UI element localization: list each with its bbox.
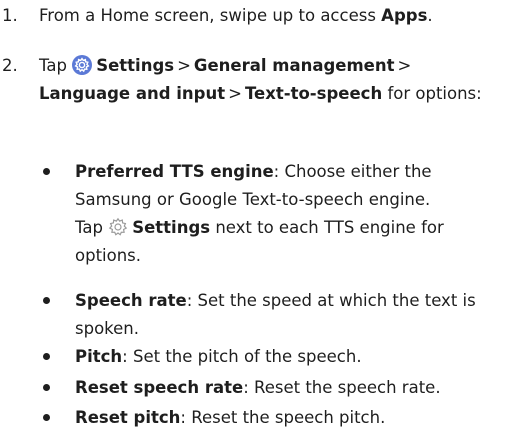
list-item-desc: : Set the speed at which the text is (186, 291, 476, 310)
list-item-desc: next to each TTS engine for (210, 218, 444, 237)
path-separator: > (397, 56, 412, 75)
list-item-desc: spoken. (75, 319, 139, 338)
step-2-line-2: Language and input > Text-to-speech for op… (39, 80, 511, 108)
list-item-text: Speech rate: Set the speed at which the … (75, 287, 511, 343)
step-number: 2. (2, 56, 18, 75)
list-item-desc: : Reset the speech rate. (243, 378, 441, 397)
list-item-desc: : Choose either the (273, 162, 432, 181)
step-text: From a Home screen, swipe up to access A… (39, 2, 511, 30)
list-item-text: Pitch: Set the pitch of the speech. (75, 343, 511, 371)
list-item-desc: : Set the pitch of the speech. (122, 347, 362, 366)
step-text: Tap Settings > General management > Languag… (39, 52, 511, 108)
list-item-term: Pitch (75, 347, 123, 366)
step-1-end: . (427, 6, 433, 25)
bullet-dot (43, 414, 50, 421)
step-2-line-1: Tap Settings > General management > (39, 52, 511, 80)
language-input-label: Language and input (39, 84, 226, 103)
list-item-text: Reset speech rate: Reset the speech rate… (75, 374, 511, 402)
tts-label: Text-to-speech (244, 84, 383, 103)
instructions-page: 1. From a Home screen, swipe up to acces… (0, 0, 513, 436)
list-item-term: Speech rate (75, 291, 187, 310)
settings-gear-icon (72, 55, 93, 75)
list-item-desc: Samsung or Google Text-to-speech engine. (75, 190, 431, 209)
bullet-dot (43, 168, 50, 175)
list-item-term: Reset speech rate (75, 378, 244, 397)
step-number: 1. (2, 6, 18, 25)
bullet-dot (43, 297, 50, 304)
list-item-desc: options. (75, 246, 142, 265)
settings-label: Settings (96, 56, 175, 75)
settings-label: Settings (132, 218, 211, 237)
bullet-dot (43, 353, 50, 360)
step-1-text: From a Home screen, swipe up to access (39, 6, 382, 25)
list-item-desc: : Reset the speech pitch. (180, 408, 386, 427)
general-management-label: General management (193, 56, 395, 75)
for-options-text: for options: (382, 84, 482, 103)
bullet-dot (43, 384, 50, 391)
path-separator: > (228, 84, 242, 103)
list-item-term: Preferred TTS engine (75, 162, 274, 181)
path-separator: > (177, 56, 191, 75)
list-item-text: Preferred TTS engine: Choose either the … (75, 158, 511, 270)
settings-gear-outline-icon (108, 217, 128, 237)
tap-word: Tap (75, 218, 103, 237)
tap-word: Tap (39, 56, 67, 75)
list-item-text: Reset pitch: Reset the speech pitch. (75, 404, 511, 432)
apps-label: Apps (381, 6, 428, 25)
list-item-term: Reset pitch (75, 408, 181, 427)
